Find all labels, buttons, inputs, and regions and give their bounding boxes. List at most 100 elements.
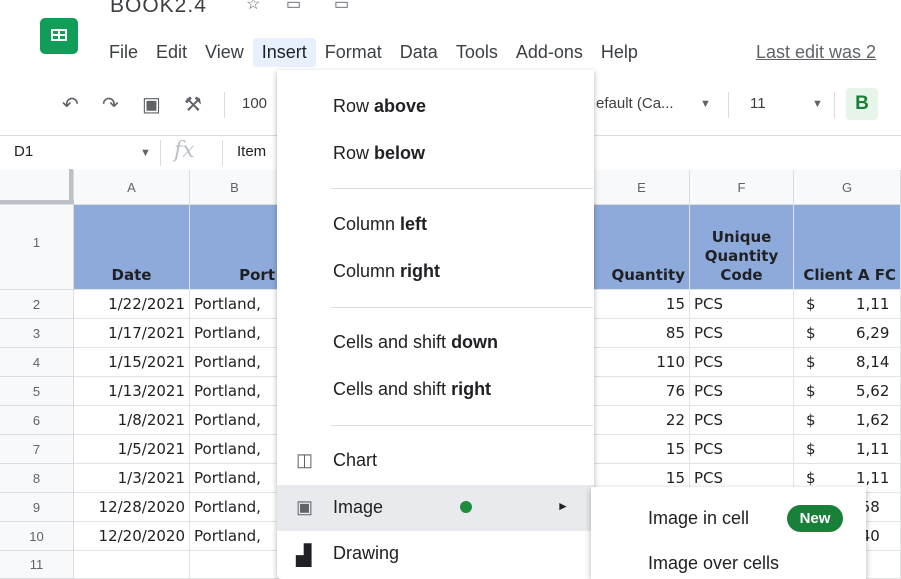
cell-g[interactable]: $6,29 (794, 319, 901, 348)
zoom-select[interactable]: 100 (242, 95, 267, 112)
column-header-e[interactable]: E (594, 170, 690, 205)
sheets-logo[interactable] (40, 18, 78, 54)
row-header[interactable]: 7 (0, 435, 74, 464)
menu-item-drawing[interactable]: Drawing (333, 543, 399, 564)
menu-item-image-highlight[interactable] (277, 485, 594, 531)
cell-b[interactable]: Portland, (190, 348, 280, 377)
header-cell-quantity[interactable]: Quantity (594, 205, 690, 290)
cell-a[interactable] (74, 551, 190, 579)
row-header[interactable]: 6 (0, 406, 74, 435)
menu-item-row-above[interactable]: Row above (333, 96, 426, 117)
cell-e[interactable]: 22 (594, 406, 690, 435)
menu-edit[interactable]: Edit (147, 38, 196, 67)
menu-item-cells-shift-down[interactable]: Cells and shift down (333, 332, 498, 353)
menu-file[interactable]: File (100, 38, 147, 67)
cell-b[interactable]: Portland, (190, 464, 280, 493)
cell-b[interactable]: Portland, (190, 377, 280, 406)
cell-g[interactable]: $1,11 (794, 290, 901, 319)
cell-b[interactable]: Portland, (190, 406, 280, 435)
cell-b[interactable] (190, 551, 280, 579)
row-header[interactable]: 11 (0, 551, 74, 579)
cell-b[interactable]: Portland, (190, 435, 280, 464)
cell-a[interactable]: 12/20/2020 (74, 522, 190, 551)
cell-g[interactable]: $1,11 (794, 435, 901, 464)
column-header-a[interactable]: A (74, 170, 190, 205)
cell-a[interactable]: 1/3/2021 (74, 464, 190, 493)
menu-tools[interactable]: Tools (447, 38, 507, 67)
chevron-down-icon[interactable]: ▼ (812, 98, 823, 110)
submenu-item-image-in-cell[interactable]: Image in cell (648, 508, 749, 529)
cell-e[interactable]: 76 (594, 377, 690, 406)
menu-item-column-right[interactable]: Column right (333, 261, 440, 282)
cell-e[interactable]: 110 (594, 348, 690, 377)
last-edit-link[interactable]: Last edit was 2 (756, 42, 876, 63)
cell-f[interactable]: PCS (690, 377, 794, 406)
undo-icon[interactable]: ↶ (62, 92, 79, 117)
cell-a[interactable]: 1/17/2021 (74, 319, 190, 348)
cell-a[interactable]: 1/15/2021 (74, 348, 190, 377)
header-cell-date[interactable]: Date (74, 205, 190, 290)
cell-f[interactable]: PCS (690, 290, 794, 319)
menu-format[interactable]: Format (316, 38, 391, 67)
paint-format-icon[interactable]: ⚒ (184, 92, 202, 117)
header-cell-client-a[interactable]: Client A FC (794, 205, 901, 290)
cell-a[interactable]: 1/5/2021 (74, 435, 190, 464)
row-header[interactable]: 8 (0, 464, 74, 493)
row-header[interactable]: 4 (0, 348, 74, 377)
menu-help[interactable]: Help (592, 38, 647, 67)
cell-a[interactable]: 1/22/2021 (74, 290, 190, 319)
row-header[interactable]: 9 (0, 493, 74, 522)
cell-e[interactable]: 15 (594, 290, 690, 319)
cell-b[interactable]: Portland, (190, 493, 280, 522)
cell-a[interactable]: 12/28/2020 (74, 493, 190, 522)
row-header[interactable]: 3 (0, 319, 74, 348)
font-select[interactable]: efault (Ca... (596, 95, 674, 112)
header-cell-unique-quantity-code[interactable]: Unique Quantity Code (690, 205, 794, 290)
bold-button[interactable]: B (846, 88, 878, 120)
formula-input[interactable]: Item (237, 143, 266, 160)
chevron-down-icon[interactable]: ▼ (140, 147, 151, 159)
star-icon[interactable]: ☆ (246, 0, 260, 12)
chevron-down-icon[interactable]: ▼ (700, 98, 711, 110)
document-title[interactable]: BOOK2.4 (110, 0, 207, 14)
menu-item-image[interactable]: Image (333, 497, 383, 518)
menu-item-column-left[interactable]: Column left (333, 214, 427, 235)
cell-f[interactable]: PCS (690, 406, 794, 435)
menu-item-cells-shift-right[interactable]: Cells and shift right (333, 379, 491, 400)
name-box[interactable]: D1 (14, 143, 33, 160)
cell-f[interactable]: PCS (690, 319, 794, 348)
cell-f[interactable]: PCS (690, 348, 794, 377)
cell-g[interactable]: $8,14 (794, 348, 901, 377)
move-folder-icon[interactable]: ▭ (286, 0, 301, 12)
menu-addons[interactable]: Add-ons (507, 38, 592, 67)
cell-e[interactable]: 85 (594, 319, 690, 348)
cell-a[interactable]: 1/8/2021 (74, 406, 190, 435)
column-header-g[interactable]: G (794, 170, 901, 205)
cell-b[interactable]: Portland, (190, 290, 280, 319)
menu-insert[interactable]: Insert (252, 37, 316, 67)
row-header[interactable]: 2 (0, 290, 74, 319)
menu-item-row-below[interactable]: Row below (333, 143, 425, 164)
font-size-select[interactable]: 11 (750, 95, 766, 112)
print-icon[interactable]: ▣ (142, 92, 161, 117)
select-all-corner[interactable] (0, 169, 74, 205)
menu-data[interactable]: Data (391, 38, 447, 67)
cell-b[interactable]: Portland, (190, 319, 280, 348)
cell-f[interactable]: PCS (690, 435, 794, 464)
submenu-item-image-over-cells[interactable]: Image over cells (648, 553, 779, 574)
menu-item-chart[interactable]: Chart (333, 450, 377, 471)
cloud-status-icon[interactable]: ▭ (334, 0, 349, 12)
redo-icon[interactable]: ↷ (102, 92, 119, 117)
column-header-b[interactable]: B (190, 170, 280, 205)
header-cell-port[interactable]: Port (190, 205, 280, 290)
menu-view[interactable]: View (196, 38, 253, 67)
row-header[interactable]: 10 (0, 522, 74, 551)
cell-g[interactable]: $5,62 (794, 377, 901, 406)
cell-e[interactable]: 15 (594, 435, 690, 464)
cell-b[interactable]: Portland, (190, 522, 280, 551)
row-header[interactable]: 5 (0, 377, 74, 406)
column-header-f[interactable]: F (690, 170, 794, 205)
row-header[interactable]: 1 (0, 205, 74, 290)
cell-g[interactable]: $1,62 (794, 406, 901, 435)
cell-a[interactable]: 1/13/2021 (74, 377, 190, 406)
